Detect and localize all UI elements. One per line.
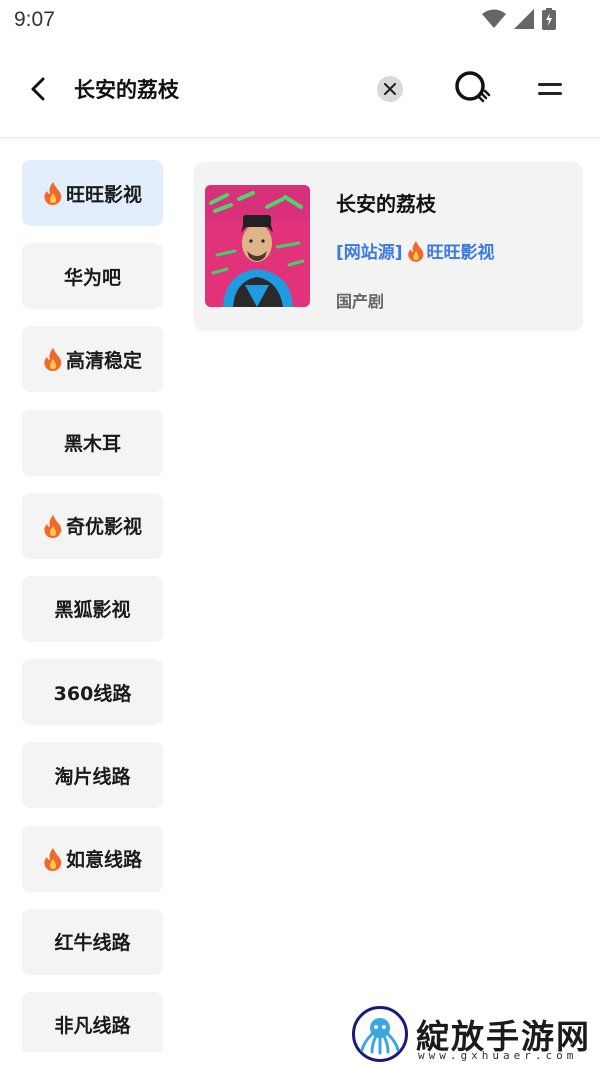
- source-item[interactable]: 360线路: [22, 659, 163, 726]
- close-icon: [384, 83, 396, 95]
- source-item[interactable]: 黑狐影视: [22, 575, 163, 642]
- source-item[interactable]: 非凡线路: [22, 991, 163, 1052]
- signal-icon: [514, 9, 534, 29]
- source-item[interactable]: 淘片线路: [22, 742, 163, 809]
- back-button[interactable]: [22, 70, 54, 108]
- source-item-label: 高清稳定: [65, 349, 142, 372]
- status-bar: 9:07: [0, 0, 600, 40]
- result-source: [网站源] 旺旺影视: [336, 238, 495, 263]
- fire-icon: [43, 347, 63, 372]
- source-item-label: 奇优影视: [65, 516, 142, 539]
- source-item-label: 华为吧: [63, 266, 121, 289]
- octopus-logo-icon: [352, 1006, 408, 1062]
- source-item-label: 黑狐影视: [54, 599, 131, 622]
- result-card[interactable]: 长安的荔枝 [网站源] 旺旺影视 国产剧: [194, 162, 583, 331]
- menu-button[interactable]: [538, 76, 568, 102]
- search-button[interactable]: [452, 68, 494, 110]
- source-item[interactable]: 华为吧: [22, 243, 163, 310]
- poster-image: [205, 185, 310, 307]
- watermark-url: www.gxhuaer.com: [418, 1049, 578, 1062]
- source-item-label: 黑木耳: [63, 433, 121, 456]
- source-name: 旺旺影视: [426, 243, 495, 263]
- search-header: 长安的荔枝: [0, 40, 600, 138]
- fire-icon: [43, 181, 63, 205]
- source-item[interactable]: 红牛线路: [22, 908, 163, 975]
- source-list: 旺旺影视华为吧高清稳定黑木耳奇优影视黑狐影视 360线路淘片线路如意线路红牛线路非…: [22, 160, 163, 1052]
- source-item-label: 红牛线路: [54, 932, 131, 955]
- fire-icon: [407, 240, 425, 262]
- watermark: 綻放手游网 www.gxhuaer.com: [352, 1004, 600, 1066]
- wifi-icon: [482, 9, 506, 29]
- search-query[interactable]: 长安的荔枝: [74, 74, 179, 104]
- source-item-label: 旺旺影视: [65, 183, 142, 206]
- search-icon: [455, 71, 491, 103]
- source-item[interactable]: 黑木耳: [22, 409, 163, 476]
- menu-line-icon: [538, 83, 562, 86]
- result-title: 长安的荔枝: [336, 192, 436, 216]
- result-genre: 国产剧: [336, 292, 385, 311]
- status-icons: [482, 8, 556, 30]
- source-item-label: 360线路: [53, 682, 132, 705]
- source-tag: [网站源]: [336, 243, 403, 263]
- clear-button[interactable]: [377, 76, 403, 102]
- source-item-label: 淘片线路: [54, 765, 131, 788]
- battery-icon: [542, 8, 556, 30]
- fire-icon: [43, 847, 63, 871]
- status-time: 9:07: [14, 8, 55, 31]
- source-item-label: 如意线路: [65, 849, 142, 871]
- fire-icon: [43, 514, 63, 538]
- source-item[interactable]: 如意线路: [22, 825, 163, 892]
- menu-line-icon: [538, 92, 562, 95]
- source-item[interactable]: 高清稳定: [22, 326, 163, 393]
- source-item-label: 非凡线路: [54, 1015, 131, 1038]
- chevron-left-icon: [31, 77, 45, 101]
- source-item[interactable]: 奇优影视: [22, 492, 163, 559]
- source-item[interactable]: 旺旺影视: [22, 160, 163, 226]
